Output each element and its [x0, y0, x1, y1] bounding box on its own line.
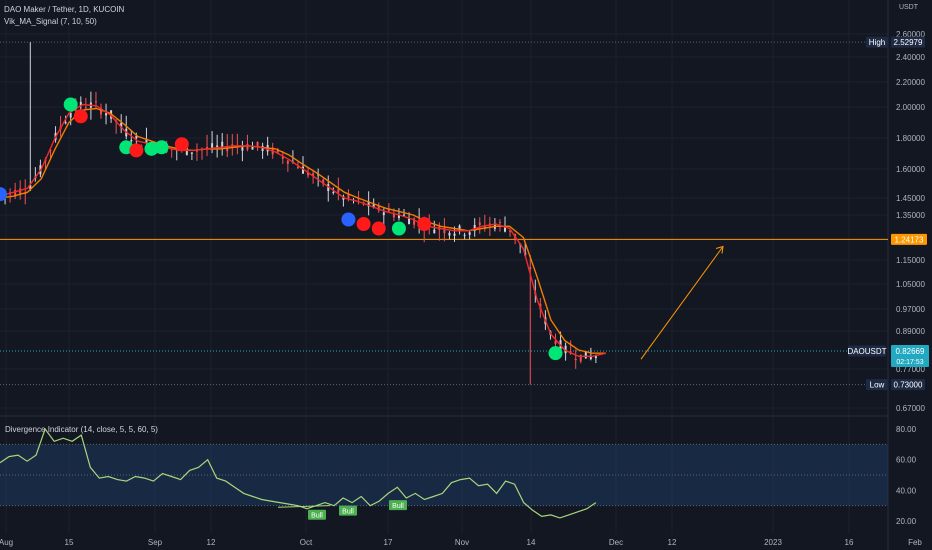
- price-tick-label: 1.45000: [896, 194, 925, 203]
- signal-dot-sell: [174, 137, 189, 152]
- time-tick-label: Oct: [300, 538, 313, 547]
- price-tick-label: 1.05000: [896, 280, 925, 289]
- signal-dot-buy: [548, 346, 563, 361]
- time-axis[interactable]: Aug 15 Sep 12 Oct 17 Nov 14 Dec 12 2023 16 Feb: [0, 538, 922, 547]
- projection-line: [640, 246, 724, 360]
- time-tick-label: 12: [207, 538, 216, 547]
- time-tick-label: 17: [384, 538, 393, 547]
- time-tick-label: Feb: [908, 538, 922, 547]
- candle-body: [433, 229, 436, 234]
- hline-value-badge: 1.24173: [895, 235, 924, 244]
- candle-body: [468, 232, 471, 235]
- candle-body: [453, 233, 456, 236]
- divergence-tick-label: 60.00: [896, 456, 917, 465]
- indicator-divergence-legend[interactable]: Divergence Indicator (14, close, 5, 5, 6…: [5, 425, 158, 434]
- countdown-value: 02:17:53: [896, 359, 923, 366]
- bull-label: Bull: [311, 513, 323, 520]
- price-tick-label: 1.80000: [896, 134, 925, 143]
- divergence-tick-label: 80.00: [896, 425, 917, 434]
- signal-dot-buy: [154, 140, 169, 155]
- time-tick-label: 15: [65, 538, 74, 547]
- candle-body: [69, 113, 72, 118]
- candle-body: [221, 141, 224, 147]
- signal-dot-sell: [73, 109, 88, 124]
- divergence-pane: Bull Bull Bull: [0, 427, 888, 520]
- symbol-badge: DAOUSDT: [847, 347, 886, 356]
- time-tick-label: Dec: [609, 538, 623, 547]
- candle-body: [504, 227, 506, 232]
- signal-dot-sell: [356, 217, 371, 231]
- low-label: Low: [870, 381, 885, 390]
- high-value-badge: 2.52979: [894, 38, 923, 47]
- signal-dot-neutral: [341, 212, 356, 227]
- price-tick-label: 1.35000: [896, 211, 925, 220]
- time-tick-label: 14: [527, 538, 536, 547]
- candle-body: [84, 107, 87, 109]
- candle-body: [574, 358, 577, 361]
- currency-label: USDT: [898, 4, 918, 11]
- price-tick-label: 0.67000: [896, 404, 925, 413]
- signal-dot-sell: [129, 143, 144, 158]
- candle-body: [332, 191, 335, 193]
- time-tick-label: 16: [845, 538, 854, 547]
- signal-dot-sell: [417, 217, 432, 231]
- candle-body: [463, 234, 466, 236]
- divergence-tick-label: 40.00: [896, 486, 917, 495]
- candle-body: [529, 267, 532, 269]
- low-value-badge: 0.73000: [894, 381, 923, 390]
- price-tick-label: 1.15000: [896, 256, 925, 265]
- candle-body: [286, 160, 289, 164]
- candle-body: [478, 222, 481, 225]
- candle-body: [130, 139, 133, 142]
- price-tick-label: 2.40000: [896, 53, 925, 62]
- candle-body: [241, 147, 244, 151]
- candle-body: [190, 152, 193, 154]
- bull-label: Bull: [342, 509, 354, 516]
- signal-dot-buy: [391, 221, 406, 236]
- chart-canvas[interactable]: 2.600002.400002.200002.000001.800001.600…: [0, 0, 932, 550]
- indicator-ma-signal-legend[interactable]: Vik_MA_Signal (7, 10, 50): [4, 17, 97, 26]
- price-tick-label: 0.89000: [896, 327, 925, 336]
- last-price-value: 0.82669: [896, 347, 925, 356]
- candle-body: [498, 222, 501, 224]
- price-tick-label: 2.20000: [896, 78, 925, 87]
- candle-body: [195, 150, 198, 152]
- ma-slow-line: [0, 107, 606, 354]
- candle-body: [246, 144, 249, 150]
- candle-body: [382, 212, 385, 216]
- time-tick-label: 12: [668, 538, 677, 547]
- time-tick-label: Sep: [148, 538, 163, 547]
- signal-dot-buy: [63, 97, 78, 112]
- price-tick-label: 1.60000: [896, 165, 925, 174]
- chart-title[interactable]: DAO Maker / Tether, 1D, KUCOIN: [4, 5, 124, 14]
- bull-label: Bull: [392, 503, 404, 510]
- divergence-tick-label: 20.00: [896, 517, 917, 526]
- time-tick-label: Aug: [0, 538, 13, 547]
- price-tick-label: 2.00000: [896, 103, 925, 112]
- price-reference-lines: [0, 41, 888, 386]
- projection-arrow: [640, 245, 724, 360]
- time-tick-label: Nov: [455, 538, 469, 547]
- candle-body: [403, 214, 405, 216]
- candle-body: [105, 113, 108, 116]
- divergence-axis: 80.00 60.00 40.00 20.00: [896, 425, 917, 526]
- moving-averages: [0, 103, 607, 357]
- candle-body: [64, 122, 67, 124]
- signal-dot-sell: [371, 221, 386, 236]
- candle-body: [94, 101, 97, 103]
- high-label: High: [869, 38, 885, 47]
- candlesticks: [0, 42, 597, 385]
- candle-body: [256, 141, 259, 147]
- candle-body: [448, 232, 451, 236]
- candle-body: [337, 189, 340, 193]
- price-tick-label: 0.97000: [896, 305, 925, 314]
- candle-body: [408, 218, 411, 225]
- time-tick-label: 2023: [764, 538, 782, 547]
